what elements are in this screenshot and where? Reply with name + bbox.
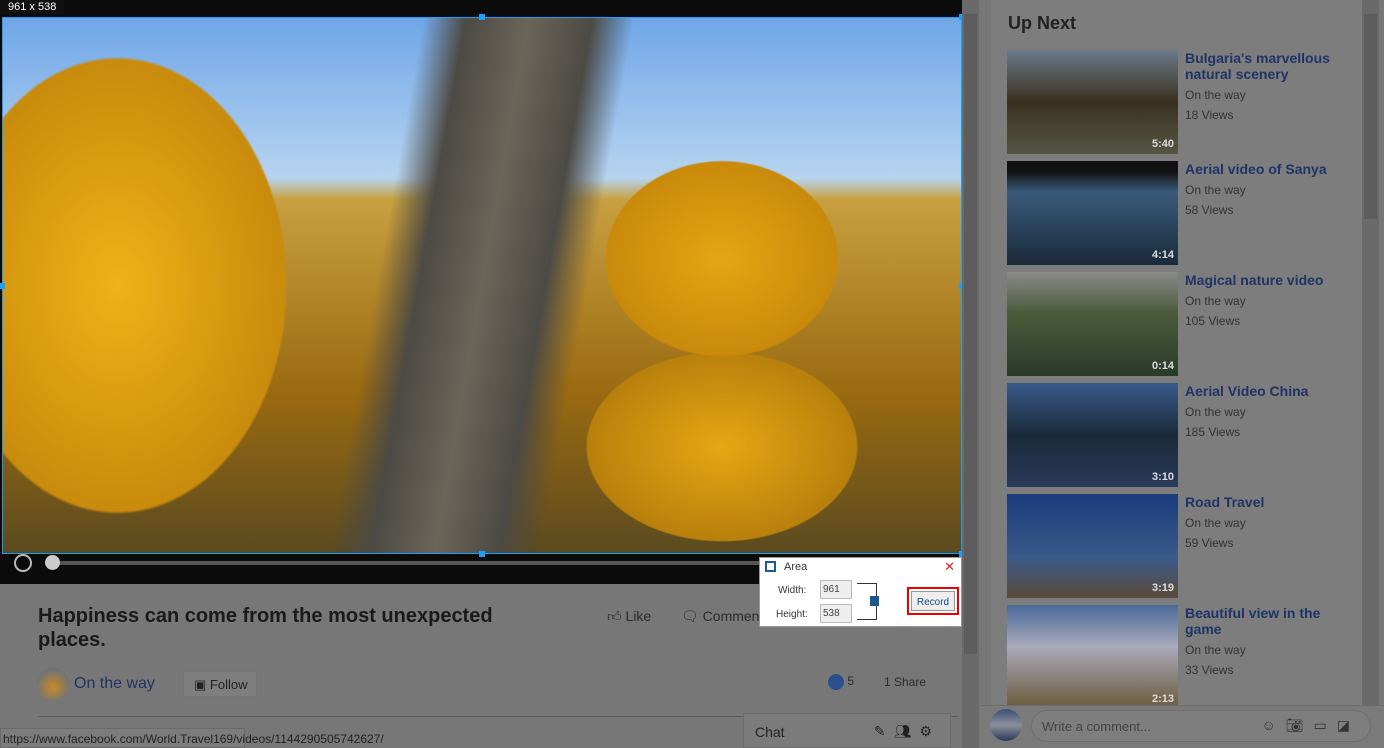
comment-placeholder: Write a comment... (1042, 719, 1151, 734)
like-badge-icon (828, 674, 844, 690)
video-channel[interactable]: On the way (1185, 516, 1246, 530)
video-thumbnail[interactable]: 0:14 (1007, 272, 1178, 376)
chat-label: Chat (755, 724, 785, 740)
video-channel[interactable]: On the way (1185, 643, 1246, 657)
video-views: 18 Views (1185, 108, 1234, 122)
video-thumbnail[interactable]: 5:40 (1007, 50, 1178, 154)
scrollbar-thumb[interactable] (1364, 14, 1377, 219)
record-button[interactable]: Record (911, 591, 955, 611)
video-thumbnail[interactable]: 3:19 (1007, 494, 1178, 598)
video-duration: 0:14 (1151, 360, 1174, 372)
follow-icon: ▣ (194, 677, 210, 692)
video-duration: 4:14 (1151, 249, 1174, 261)
video-views: 185 Views (1185, 425, 1241, 439)
resize-handle[interactable] (479, 551, 485, 557)
up-next-heading: Up Next (1008, 13, 1077, 33)
video-duration: 5:40 (1151, 138, 1174, 150)
video-title-link[interactable]: Magical nature video (1185, 272, 1355, 288)
video-views: 105 Views (1185, 314, 1241, 328)
video-title-link[interactable]: Road Travel (1185, 494, 1355, 510)
video-title-link[interactable]: Bulgaria's marvellous natural scenery (1185, 50, 1355, 82)
video-duration: 3:10 (1151, 471, 1174, 483)
likes-value: 5 (847, 674, 855, 689)
size-label: 961 x 538 (0, 0, 65, 14)
resize-handle[interactable] (0, 283, 5, 289)
sidebar-scrollbar[interactable] (1362, 0, 1379, 705)
video-views: 33 Views (1185, 663, 1234, 677)
shares-count[interactable]: 1 Share (884, 675, 926, 689)
video-thumbnail[interactable]: 2:13 (1007, 605, 1178, 709)
video-views: 58 Views (1185, 203, 1234, 217)
author-avatar[interactable] (37, 668, 69, 700)
area-dialog: Area ✕ Width: 961 Height: 538 Record (759, 557, 962, 627)
height-field[interactable]: 538 (820, 604, 852, 623)
height-label: Height: (776, 609, 808, 620)
video-channel[interactable]: On the way (1185, 294, 1246, 308)
gif-icon[interactable]: ▭ (1314, 717, 1337, 733)
author-name[interactable]: On the way (74, 675, 155, 693)
comment-icon: 🗨︎ (681, 608, 703, 624)
new-message-icon[interactable]: ✎ (874, 723, 894, 739)
follow-button[interactable]: ▣ Follow (183, 671, 257, 697)
follow-label: Follow (209, 677, 248, 692)
dialog-title: Area (784, 561, 808, 573)
comment-label: Comment (702, 608, 759, 624)
user-avatar (990, 709, 1022, 741)
record-button-highlight[interactable]: Record (907, 587, 959, 615)
resize-handle[interactable] (479, 14, 485, 20)
comment-input[interactable]: Write a comment... ☺📷︎▭◪ (1031, 710, 1371, 742)
likes-count[interactable]: 5 (828, 674, 854, 690)
camera-icon[interactable]: 📷︎ (1286, 717, 1314, 733)
app-icon (765, 561, 776, 572)
video-thumbnail[interactable]: 4:14 (1007, 161, 1178, 265)
like-button[interactable]: 👍︎ Like (607, 608, 651, 625)
close-button[interactable]: ✕ (944, 559, 955, 575)
emoji-icon[interactable]: ☺ (1261, 717, 1285, 733)
video-channel[interactable]: On the way (1185, 183, 1246, 197)
width-label: Width: (778, 585, 807, 596)
progress-knob[interactable] (45, 555, 60, 570)
contacts-icon[interactable]: 👥︎ (894, 723, 920, 739)
like-label: Like (625, 608, 652, 624)
gear-icon[interactable]: ⚙ (919, 723, 940, 739)
video-channel[interactable]: On the way (1185, 405, 1246, 419)
comment-button[interactable]: 🗨︎ Comment (681, 608, 759, 625)
video-duration: 2:13 (1151, 693, 1174, 705)
unlock-icon[interactable] (870, 596, 879, 606)
replay-icon[interactable] (14, 554, 32, 572)
video-title-link[interactable]: Aerial Video China (1185, 383, 1355, 399)
width-field[interactable]: 961 (820, 580, 852, 599)
chat-bar[interactable]: Chat ✎👥︎⚙ (743, 713, 951, 748)
thumbs-up-icon: 👍︎ (607, 608, 626, 624)
video-title-link[interactable]: Beautiful view in the game (1185, 605, 1355, 637)
video-views: 59 Views (1185, 536, 1234, 550)
main-scrollbar[interactable] (962, 0, 979, 748)
post-title: Happiness can come from the most unexpec… (38, 605, 493, 651)
video-title-link[interactable]: Aerial video of Sanya (1185, 161, 1355, 177)
scrollbar-thumb[interactable] (964, 14, 977, 654)
video-thumbnail[interactable]: 3:10 (1007, 383, 1178, 487)
status-url: https://www.facebook.com/World.Travel169… (0, 728, 384, 748)
capture-selection-rect[interactable] (2, 17, 962, 554)
video-channel[interactable]: On the way (1185, 88, 1246, 102)
video-duration: 3:19 (1151, 582, 1174, 594)
sticker-icon[interactable]: ◪ (1337, 717, 1360, 733)
